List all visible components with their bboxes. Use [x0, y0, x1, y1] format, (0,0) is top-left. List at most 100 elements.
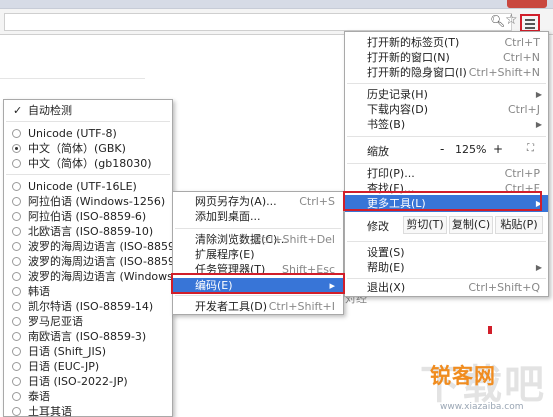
menu-item-shortcut: Ctrl+J	[507, 103, 540, 116]
menu-item-label: 扩展程序(E)	[195, 248, 255, 261]
new-window-item[interactable]: 打开新的窗口(N) Ctrl+N	[345, 50, 548, 65]
encoding-item[interactable]: 日语 (ISO-2022-JP)	[4, 374, 172, 389]
menu-item-label: 历史记录(H)	[367, 88, 428, 101]
encoding-label: 阿拉伯语 (Windows-1256)	[28, 195, 166, 208]
radio-icon	[12, 227, 21, 236]
page-mark	[488, 326, 492, 334]
encoding-item[interactable]: 北欧语言 (ISO-8859-10)	[4, 224, 172, 239]
radio-icon	[12, 287, 21, 296]
add-to-desktop-item[interactable]: 添加到桌面...	[173, 209, 343, 224]
help-item[interactable]: 帮助(E) ▶	[345, 260, 548, 275]
menu-item-label: 帮助(E)	[367, 261, 405, 274]
extensions-item[interactable]: 扩展程序(E)	[173, 247, 343, 262]
radio-icon	[12, 129, 21, 138]
separator	[175, 295, 341, 296]
encoding-label: 日语 (ISO-2022-JP)	[28, 375, 128, 388]
menu-item-label: 添加到桌面...	[195, 210, 261, 223]
menu-item-label: 下载内容(D)	[367, 103, 429, 116]
radio-icon	[12, 212, 21, 221]
downloads-item[interactable]: 下载内容(D) Ctrl+J	[345, 102, 548, 117]
bookmarks-item[interactable]: 书签(B) ▶	[345, 117, 548, 132]
clear-browsing-data-item[interactable]: 清除浏览数据(C)... Ctrl+Shift+Del	[173, 232, 343, 247]
menu-item-shortcut: Ctrl+N	[502, 51, 540, 64]
radio-icon	[12, 257, 21, 266]
print-item[interactable]: 打印(P)... Ctrl+P	[345, 166, 548, 181]
encoding-label: Unicode (UTF-16LE)	[28, 180, 137, 193]
radio-icon	[12, 407, 21, 416]
radio-icon	[12, 392, 21, 401]
encoding-item[interactable]: 凯尔特语 (ISO-8859-14)	[4, 299, 172, 314]
menu-item-label: 更多工具(L)	[367, 197, 426, 210]
separator	[347, 278, 546, 279]
menu-item-label: 查找(F)...	[367, 182, 415, 195]
encoding-item[interactable]: 编码(E) ▸	[173, 278, 343, 293]
encoding-menu: ✓ 自动检测 Unicode (UTF-8) 中文（简体）(GBK) 中文（简体…	[3, 99, 209, 417]
find-item[interactable]: 查找(F)... Ctrl+F	[345, 181, 548, 196]
task-manager-item[interactable]: 任务管理器(T) Shift+Esc	[173, 262, 343, 277]
history-item[interactable]: 历史记录(H) ▶	[345, 87, 548, 102]
encoding-item[interactable]: 波罗的海周边语言 (ISO-8859-4)	[4, 239, 190, 254]
encoding-label: 中文（简体）(gb18030)	[28, 157, 152, 170]
paste-button[interactable]: 粘贴(P)	[495, 216, 543, 234]
encoding-item[interactable]: 韩语	[4, 284, 172, 299]
radio-icon	[12, 272, 21, 281]
edit-label: 修改	[367, 220, 389, 233]
zoom-label: 缩放	[367, 145, 389, 158]
fullscreen-icon[interactable]: ⛶	[527, 143, 534, 154]
encoding-auto-detect[interactable]: ✓ 自动检测	[4, 103, 172, 118]
zoom-out-button[interactable]: -	[440, 142, 444, 156]
star-icon[interactable]: ☆	[505, 12, 518, 28]
encoding-item[interactable]: Unicode (UTF-8)	[4, 126, 172, 141]
encoding-item[interactable]: 泰语	[4, 389, 172, 404]
encoding-item[interactable]: 日语 (EUC-JP)	[4, 359, 172, 374]
menu-item-shortcut: Ctrl+S	[299, 195, 335, 208]
more-tools-menu: 网页另存为(A)... Ctrl+S 添加到桌面... 清除浏览数据(C)...…	[172, 191, 344, 315]
new-tab-item[interactable]: 打开新的标签页(T) Ctrl+T	[345, 35, 548, 50]
menu-item-label: 打印(P)...	[367, 167, 415, 180]
menu-item-label: 网页另存为(A)...	[195, 195, 277, 208]
check-icon: ✓	[13, 104, 23, 117]
encoding-item[interactable]: 中文（简体）(gb18030)	[4, 156, 172, 171]
encoding-item[interactable]: 阿拉伯语 (ISO-8859-6)	[4, 209, 172, 224]
hamburger-menu-button[interactable]	[520, 14, 540, 32]
encoding-item[interactable]: Unicode (UTF-16LE)	[4, 179, 172, 194]
zoom-in-button[interactable]: +	[493, 142, 503, 156]
menu-item-label: 编码(E)	[195, 279, 233, 292]
chevron-right-icon: ▶	[535, 90, 542, 99]
menu-item-label: 开发者工具(D)	[195, 300, 268, 313]
encoding-item[interactable]: 波罗的海周边语言 (Windows-1257)	[4, 269, 209, 284]
encoding-label: 韩语	[28, 285, 50, 298]
encoding-item[interactable]: 中文（简体）(GBK)	[4, 141, 172, 156]
zoom-icon[interactable]: 🔍︎	[490, 14, 505, 28]
separator	[6, 121, 170, 122]
encoding-item[interactable]: 波罗的海周边语言 (ISO-8859-13)	[4, 254, 197, 269]
settings-item[interactable]: 设置(S)	[345, 245, 548, 260]
copy-button[interactable]: 复制(C)	[449, 216, 493, 234]
save-page-as-item[interactable]: 网页另存为(A)... Ctrl+S	[173, 194, 343, 209]
encoding-label: Unicode (UTF-8)	[28, 127, 117, 140]
encoding-item[interactable]: 南欧语言 (ISO-8859-3)	[4, 329, 172, 344]
cut-button[interactable]: 剪切(T)	[403, 216, 447, 234]
new-incognito-window-item[interactable]: 打开新的隐身窗口(I) Ctrl+Shift+N	[345, 65, 548, 80]
encoding-item[interactable]: 土耳其语	[4, 404, 172, 417]
radio-icon	[12, 347, 21, 356]
address-bar[interactable]	[4, 13, 512, 31]
encoding-item[interactable]: 日语 (Shift_JIS)	[4, 344, 172, 359]
watermark-logo: 锐客网	[430, 364, 496, 388]
chevron-right-icon: ▶	[535, 263, 542, 272]
window-close-button[interactable]	[507, 0, 547, 8]
radio-selected-icon	[12, 144, 21, 153]
encoding-item[interactable]: 阿拉伯语 (Windows-1256)	[4, 194, 172, 209]
radio-icon	[12, 362, 21, 371]
encoding-label: 自动检测	[28, 104, 72, 117]
developer-tools-item[interactable]: 开发者工具(D) Ctrl+Shift+I	[173, 299, 343, 314]
encoding-label: 日语 (Shift_JIS)	[28, 345, 107, 358]
menu-item-shortcut: Ctrl+Shift+Del	[253, 233, 335, 246]
encoding-item[interactable]: 罗马尼亚语	[4, 314, 172, 329]
exit-item[interactable]: 退出(X) Ctrl+Shift+Q	[345, 280, 548, 295]
radio-icon	[12, 377, 21, 386]
more-tools-item[interactable]: 更多工具(L) ▶	[345, 195, 548, 212]
chrome-main-menu: 打开新的标签页(T) Ctrl+T 打开新的窗口(N) Ctrl+N 打开新的隐…	[344, 31, 549, 297]
encoding-label: 凯尔特语 (ISO-8859-14)	[28, 300, 154, 313]
page-divider	[0, 78, 145, 79]
